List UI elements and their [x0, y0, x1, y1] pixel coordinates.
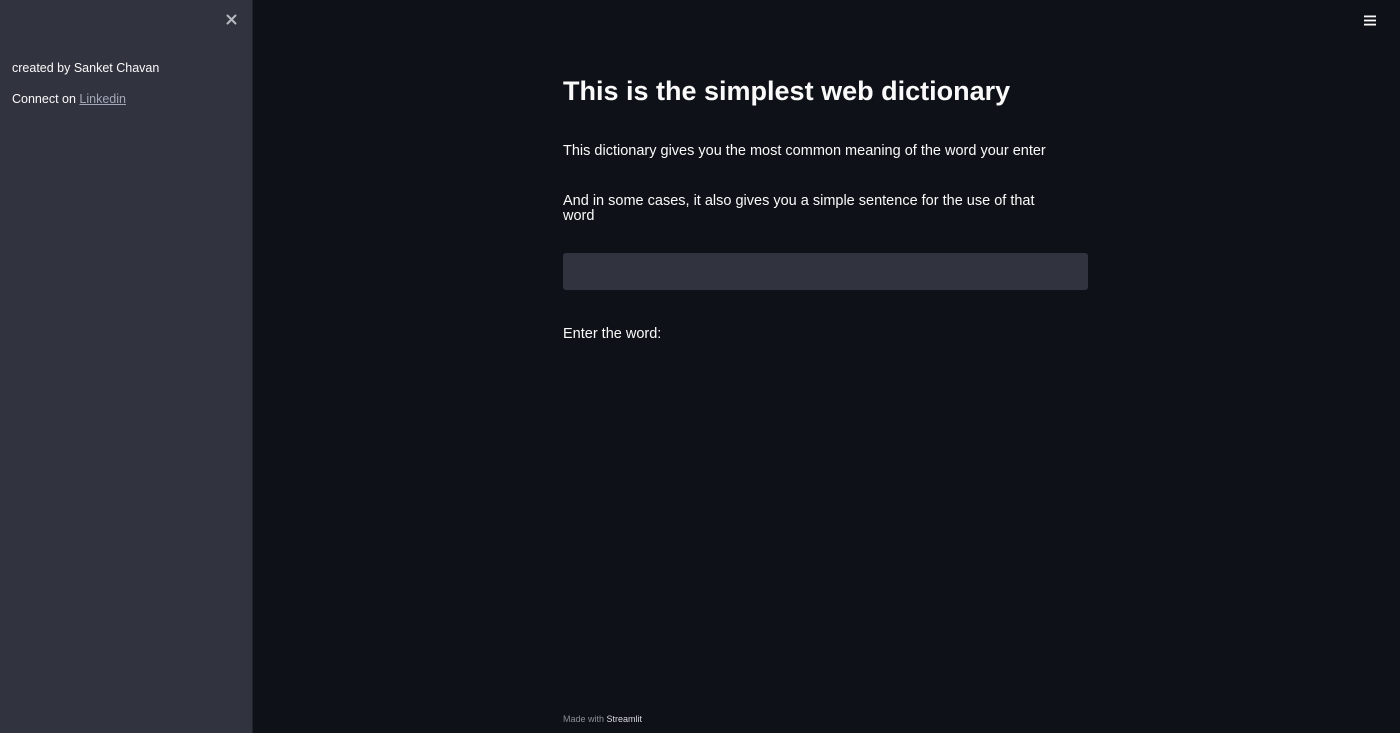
footer: Made with Streamlit — [563, 714, 642, 724]
footer-prefix-text: Made with — [563, 714, 605, 724]
main-menu-button[interactable] — [1362, 12, 1378, 28]
description-text-2: And in some cases, it also gives you a s… — [563, 193, 1035, 224]
close-icon — [226, 14, 236, 24]
created-by-text: created by Sanket Chavan — [12, 61, 160, 75]
sidebar-close-button[interactable] — [222, 10, 240, 28]
connect-prefix-text: Connect on — [12, 92, 80, 106]
app-window: created by Sanket Chavan Connect on Link… — [0, 0, 1400, 733]
linkedin-link[interactable]: Linkedin — [79, 92, 126, 106]
connect-line: Connect on Linkedin — [12, 91, 126, 107]
main-content: This is the simplest web dictionary This… — [563, 0, 1088, 733]
word-input[interactable] — [563, 253, 1088, 290]
page-title: This is the simplest web dictionary — [563, 76, 1011, 106]
input-label: Enter the word: — [563, 326, 662, 342]
hamburger-menu-icon — [1364, 15, 1376, 25]
streamlit-link[interactable]: Streamlit — [607, 714, 643, 724]
description-text-1: This dictionary gives you the most commo… — [563, 143, 1046, 159]
sidebar: created by Sanket Chavan Connect on Link… — [0, 0, 253, 733]
